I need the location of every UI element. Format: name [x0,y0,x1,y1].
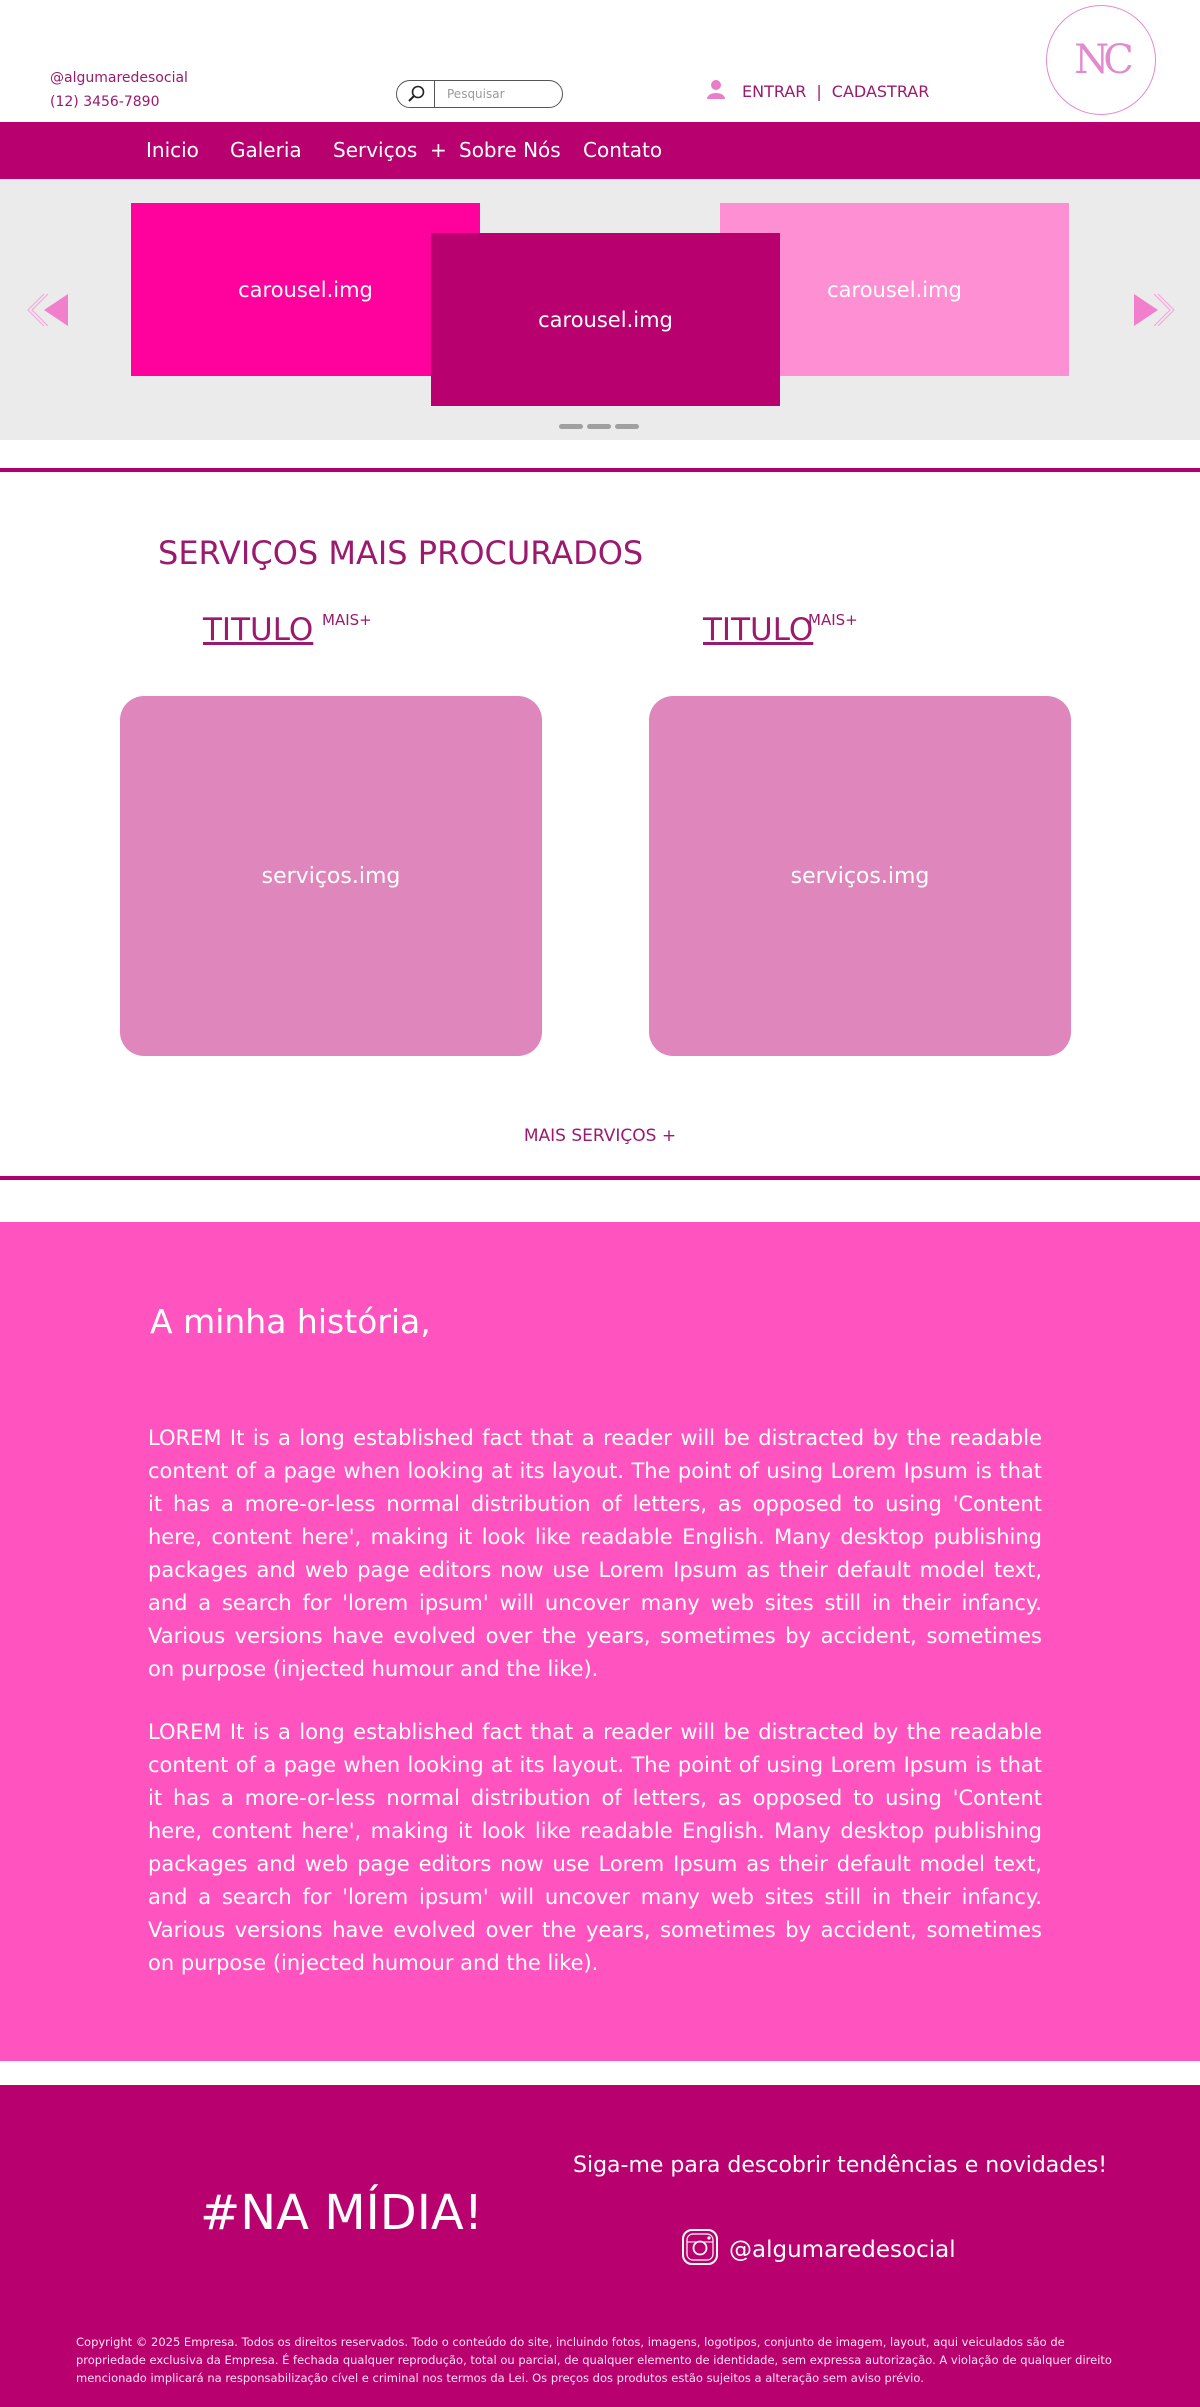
carousel-dot[interactable] [559,424,583,429]
instagram-icon [681,2228,729,2272]
search-icon[interactable] [397,81,435,107]
header-contact: @algumaredesocial (12) 3456-7890 [50,66,188,114]
nav-item-inicio[interactable]: Inicio [146,138,199,162]
story-title: A minha história, [150,1302,431,1341]
section-divider [0,1176,1200,1180]
nav-item-servicos[interactable]: Serviços + [333,138,447,162]
hero-carousel: carousel.img carousel.img carousel.img [0,179,1200,440]
carousel-dot[interactable] [587,424,611,429]
carousel-dot[interactable] [615,424,639,429]
arrow-left-icon[interactable] [24,290,74,330]
copyright-notice: Copyright © 2025 Empresa. Todos os direi… [76,2335,1112,2385]
account-separator: | [816,81,822,101]
story-paragraph: LOREM It is a long established fact that… [148,1426,1042,1681]
carousel-slide[interactable]: carousel.img [131,203,480,376]
media-title: #NA MÍDIA! [200,2185,483,2241]
nav-item-sobre-nos[interactable]: Sobre Nós [459,138,561,162]
section-divider [0,468,1200,472]
search-box [396,80,563,108]
more-services-link[interactable]: MAIS SERVIÇOS + [0,1126,1200,1146]
follow-text: Siga-me para descobrir tendências e novi… [573,2153,1108,2178]
main-nav: Inicio Galeria Serviços + Sobre Nós Cont… [0,122,1200,179]
signup-link[interactable]: CADASTRAR [832,82,930,101]
user-icon [706,79,726,103]
account-links: ENTRAR | CADASTRAR [706,79,929,103]
site-header: @algumaredesocial (12) 3456-7890 ENTRAR … [0,0,1200,122]
footer-social-handle: @algumaredesocial [729,2237,956,2263]
story-paragraph: LOREM It is a long established fact that… [148,1720,1042,1975]
footer-social-link[interactable]: @algumaredesocial [681,2228,956,2272]
service-more-badge[interactable]: MAIS+ [322,611,372,629]
service-card-title[interactable]: TITULO [203,612,313,648]
service-more-badge[interactable]: MAIS+ [808,611,858,629]
service-card-image[interactable]: serviços.img [120,696,542,1056]
services-title: SERVIÇOS MAIS PROCURADOS [158,534,644,572]
carousel-indicators [559,424,639,429]
service-card-title[interactable]: TITULO [703,612,813,648]
login-link[interactable]: ENTRAR [742,82,806,101]
header-phone: (12) 3456-7890 [50,94,160,110]
nav-item-galeria[interactable]: Galeria [230,138,302,162]
site-footer: #NA MÍDIA! Siga-me para descobrir tendên… [0,2085,1200,2407]
header-social-handle[interactable]: @algumaredesocial [50,66,188,90]
story-section: A minha história, LOREM It is a long est… [0,1222,1200,2061]
search-input[interactable] [447,87,557,101]
service-card-image[interactable]: serviços.img [649,696,1071,1056]
arrow-right-icon[interactable] [1128,290,1178,330]
carousel-slide-active[interactable]: carousel.img [431,233,780,406]
nav-item-contato[interactable]: Contato [583,138,662,162]
brand-logo[interactable]: NC [1046,5,1156,115]
